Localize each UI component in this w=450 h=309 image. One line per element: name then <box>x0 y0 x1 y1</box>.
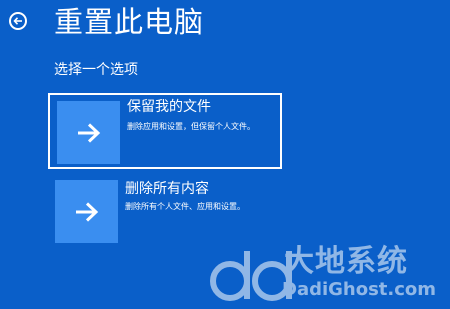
watermark: 大地系统 DadiGhost.com <box>204 245 444 305</box>
option-description: 删除所有个人文件、应用和设置。 <box>125 202 245 211</box>
arrow-right-icon <box>77 122 100 143</box>
option-description: 删除应用和设置，但保留个人文件。 <box>127 122 255 131</box>
option-tile <box>57 101 120 164</box>
watermark-logo-icon <box>210 251 292 301</box>
back-arrow-icon <box>13 17 22 25</box>
option-title: 保留我的文件 <box>127 99 211 115</box>
option-title: 删除所有内容 <box>125 181 209 197</box>
option-tile <box>55 180 118 243</box>
watermark-en-text: DadiGhost.com <box>282 279 437 300</box>
back-button[interactable] <box>9 12 27 30</box>
remove-everything-option[interactable]: 删除所有内容 删除所有个人文件、应用和设置。 <box>48 174 282 250</box>
watermark-cn-text: 大地系统 <box>284 244 408 279</box>
subtitle: 选择一个选项 <box>54 62 138 78</box>
keep-my-files-option[interactable]: 保留我的文件 删除应用和设置，但保留个人文件。 <box>48 93 282 169</box>
arrow-right-icon <box>75 201 98 222</box>
page-title: 重置此电脑 <box>54 5 205 39</box>
